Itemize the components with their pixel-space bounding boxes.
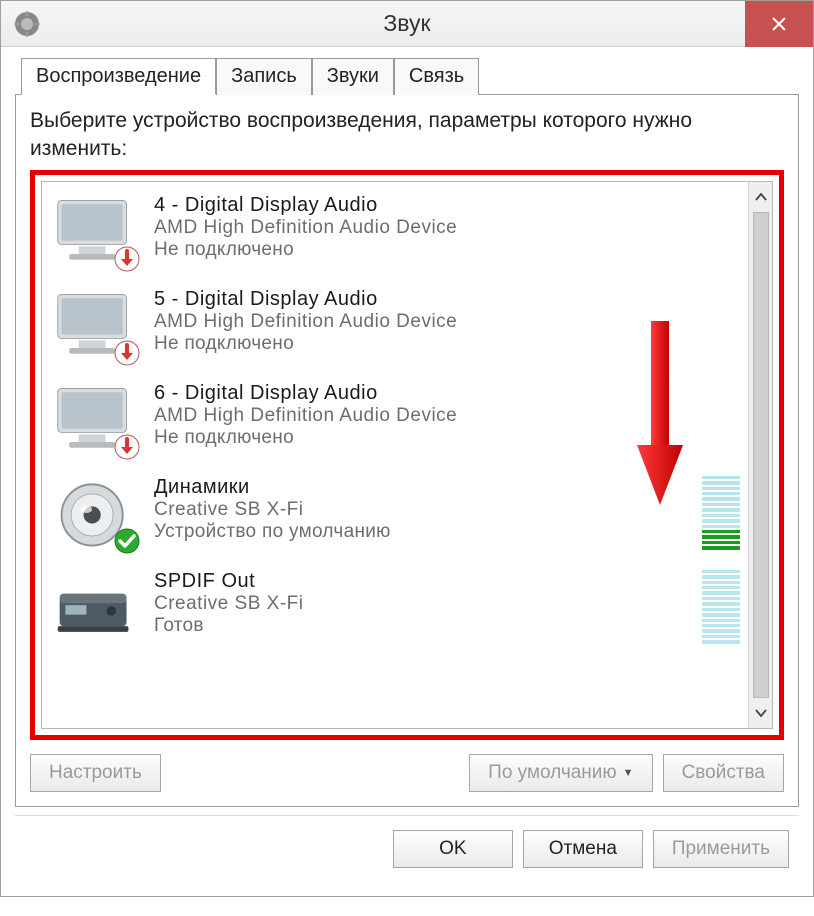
device-text: Динамики Creative SB X-Fi Устройство по … [154, 476, 686, 543]
level-meter [702, 476, 740, 552]
device-title: Динамики [154, 476, 686, 499]
device-status: Не подключено [154, 427, 740, 449]
device-text: 4 - Digital Display Audio AMD High Defin… [154, 194, 740, 261]
device-title: 4 - Digital Display Audio [154, 194, 740, 217]
scroll-up-icon[interactable] [749, 186, 772, 208]
client-area: Воспроизведение Запись Звуки Связь Выбер… [1, 47, 813, 896]
device-icon [52, 570, 138, 646]
unplugged-badge-icon [114, 246, 140, 272]
unplugged-badge-icon [114, 434, 140, 460]
set-default-label: По умолчанию [488, 762, 617, 783]
tab-strip: Воспроизведение Запись Звуки Связь [21, 57, 799, 94]
dialog-button-row: OK Отмена Применить [15, 815, 799, 882]
set-default-button[interactable]: По умолчанию ▼ [469, 754, 652, 792]
properties-button[interactable]: Свойства [663, 754, 784, 792]
device-status: Не подключено [154, 333, 740, 355]
instruction-text: Выберите устройство воспроизведения, пар… [30, 107, 784, 164]
level-meter [702, 570, 740, 646]
tab-sounds[interactable]: Звуки [312, 58, 394, 95]
scroll-down-icon[interactable] [749, 702, 772, 724]
titlebar: Звук [1, 1, 813, 47]
device-item[interactable]: SPDIF Out Creative SB X-Fi Готов [48, 564, 744, 658]
default-badge-icon [114, 528, 140, 554]
device-subtitle: Creative SB X-Fi [154, 499, 686, 521]
device-list-highlight: 4 - Digital Display Audio AMD High Defin… [30, 170, 784, 740]
tab-communications[interactable]: Связь [394, 58, 479, 95]
device-subtitle: Creative SB X-Fi [154, 593, 686, 615]
device-subtitle: AMD High Definition Audio Device [154, 217, 740, 239]
configure-button[interactable]: Настроить [30, 754, 161, 792]
apply-button[interactable]: Применить [653, 830, 789, 868]
device-item[interactable]: Динамики Creative SB X-Fi Устройство по … [48, 470, 744, 564]
device-icon [52, 288, 138, 364]
device-item[interactable]: 6 - Digital Display Audio AMD High Defin… [48, 376, 744, 470]
device-item[interactable]: 4 - Digital Display Audio AMD High Defin… [48, 188, 744, 282]
device-icon [52, 476, 138, 552]
device-status: Не подключено [154, 239, 740, 261]
device-title: 6 - Digital Display Audio [154, 382, 740, 405]
sound-dialog: Звук Воспроизведение Запись Звуки Связь … [0, 0, 814, 897]
device-item[interactable]: 5 - Digital Display Audio AMD High Defin… [48, 282, 744, 376]
device-status: Устройство по умолчанию [154, 521, 686, 543]
panel-button-row: Настроить По умолчанию ▼ Свойства [30, 754, 784, 792]
device-status: Готов [154, 615, 686, 637]
window-title: Звук [1, 10, 813, 37]
device-text: 5 - Digital Display Audio AMD High Defin… [154, 288, 740, 355]
device-subtitle: AMD High Definition Audio Device [154, 405, 740, 427]
cancel-button[interactable]: Отмена [523, 830, 643, 868]
device-icon [52, 382, 138, 458]
close-button[interactable] [745, 1, 813, 47]
dropdown-caret-icon: ▼ [623, 767, 634, 779]
system-icon [11, 8, 43, 40]
ok-button[interactable]: OK [393, 830, 513, 868]
scrollbar[interactable] [748, 182, 772, 728]
device-text: SPDIF Out Creative SB X-Fi Готов [154, 570, 686, 637]
device-text: 6 - Digital Display Audio AMD High Defin… [154, 382, 740, 449]
tab-recording[interactable]: Запись [216, 58, 312, 95]
device-listbox[interactable]: 4 - Digital Display Audio AMD High Defin… [41, 181, 773, 729]
device-title: 5 - Digital Display Audio [154, 288, 740, 311]
tab-panel-playback: Выберите устройство воспроизведения, пар… [15, 94, 799, 807]
scroll-thumb[interactable] [753, 212, 769, 698]
tab-playback[interactable]: Воспроизведение [21, 58, 216, 95]
device-title: SPDIF Out [154, 570, 686, 593]
unplugged-badge-icon [114, 340, 140, 366]
device-subtitle: AMD High Definition Audio Device [154, 311, 740, 333]
device-icon [52, 194, 138, 270]
